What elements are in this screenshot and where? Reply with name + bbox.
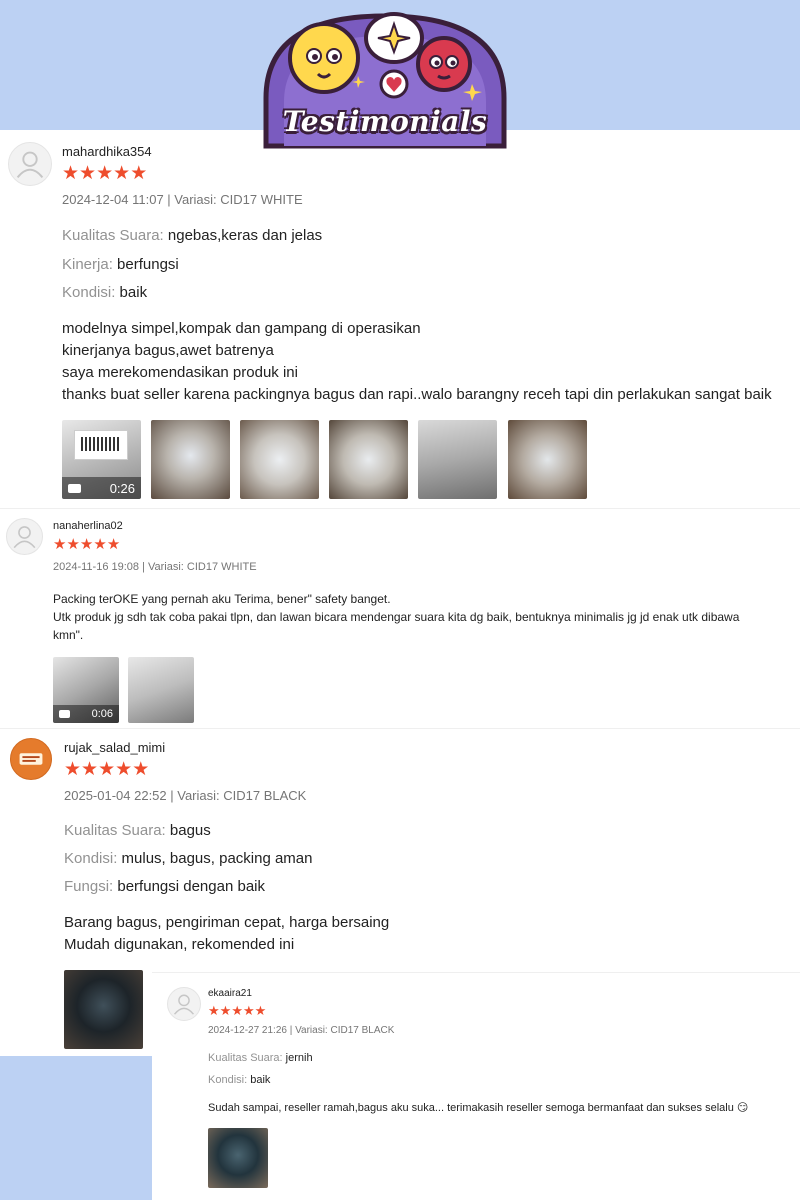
star-icon: ★: [242, 1003, 255, 1018]
review-photo-thumbnail[interactable]: [418, 420, 497, 499]
star-icon: ★: [115, 759, 133, 780]
attribute-row: Kondisi: baik: [208, 1074, 271, 1086]
star-icon: ★: [208, 1003, 220, 1018]
star-rating: ★ ★ ★ ★ ★: [208, 1004, 266, 1017]
username[interactable]: rujak_salad_mimi: [64, 740, 165, 755]
review-photo-thumbnail[interactable]: [329, 420, 408, 499]
star-icon: ★: [53, 536, 67, 553]
review-meta: 2025-01-04 22:52 | Variasi: CID17 BLACK: [64, 788, 307, 803]
shop-logo-icon: [11, 739, 51, 779]
divider: [152, 972, 800, 973]
attribute-row: Kondisi: baik: [62, 284, 148, 301]
review-photo-thumbnail[interactable]: [508, 420, 587, 499]
attribute-row: Kualitas Suara: jernih: [208, 1052, 313, 1064]
review-meta: 2024-11-16 19:08 | Variasi: CID17 WHITE: [53, 561, 257, 573]
review-card: nanaherlina02 ★ ★ ★ ★ ★ 2024-11-16 19:08 | V…: [0, 508, 800, 728]
star-icon: ★: [93, 536, 107, 553]
attribute-row: Kondisi: mulus, bagus, packing aman: [64, 850, 313, 867]
testimonials-logo: Testimonials: [262, 6, 508, 152]
video-duration: 0:26: [109, 480, 135, 496]
star-icon: ★: [96, 163, 114, 184]
video-camera-icon: [68, 483, 81, 493]
video-duration-bar: 0:26: [62, 477, 141, 499]
red-mascot-icon: [416, 36, 472, 92]
review-card: mahardhika354 ★ ★ ★ ★ ★ 2024-12-04 11:07 | V…: [0, 130, 800, 508]
divider: [0, 508, 800, 509]
star-icon: ★: [132, 759, 150, 780]
divider: [0, 728, 800, 729]
star-rating: ★ ★ ★ ★ ★: [53, 537, 120, 552]
review-photo-thumbnail[interactable]: [151, 420, 230, 499]
star-icon: ★: [79, 536, 94, 553]
review-text: Sudah sampai, reseller ramah,bagus aku s…: [208, 1102, 749, 1114]
review-meta: 2024-12-04 11:07 | Variasi: CID17 WHITE: [62, 192, 303, 207]
logo-title: Testimonials: [282, 105, 488, 138]
star-rating: ★ ★ ★ ★ ★: [64, 760, 149, 779]
video-duration-bar: 0:06: [53, 705, 119, 723]
review-video-thumbnail[interactable]: 0:06: [53, 657, 119, 723]
review-text: modelnya simpel,kompak dan gampang di op…: [62, 320, 772, 403]
review-video-thumbnail[interactable]: 0:26: [62, 420, 141, 499]
star-icon: ★: [62, 163, 80, 184]
attribute-row: Fungsi: berfungsi dengan baik: [64, 878, 265, 895]
default-user-icon: [16, 151, 44, 178]
heart-icon: [379, 69, 409, 99]
barcode-label-image: [74, 430, 128, 460]
username[interactable]: mahardhika354: [62, 144, 152, 159]
user-avatar[interactable]: [10, 738, 52, 780]
star-icon: ★: [64, 759, 82, 780]
video-duration: 0:06: [91, 708, 113, 720]
attribute-row: Kualitas Suara: ngebas,keras dan jelas: [62, 227, 323, 244]
speech-bubble-icon: [364, 12, 424, 64]
star-icon: ★: [219, 1003, 232, 1018]
attribute-row: Kualitas Suara: bagus: [64, 822, 211, 839]
review-photo-thumbnail[interactable]: [208, 1128, 268, 1188]
star-icon: ★: [106, 536, 121, 553]
review-text: Packing terOKE yang pernah aku Terima, b…: [53, 592, 740, 642]
username[interactable]: ekaaira21: [208, 988, 252, 999]
username[interactable]: nanaherlina02: [53, 520, 123, 532]
review-photo-thumbnail[interactable]: [128, 657, 194, 723]
review-meta: 2024-12-27 21:26 | Variasi: CID17 BLACK: [208, 1025, 395, 1036]
star-icon: ★: [231, 1003, 243, 1018]
star-icon: ★: [66, 536, 80, 553]
default-user-icon: [13, 526, 36, 549]
user-avatar[interactable]: [6, 518, 43, 555]
user-avatar[interactable]: [167, 987, 201, 1021]
star-icon: ★: [113, 163, 131, 184]
review-photo-thumbnail[interactable]: [64, 970, 143, 1049]
star-icon: ★: [130, 163, 148, 184]
yellow-mascot-icon: [288, 22, 360, 94]
review-card: ekaaira21 ★ ★ ★ ★ ★ 2024-12-27 21:26 | Varia…: [152, 972, 800, 1200]
star-icon: ★: [81, 759, 99, 780]
star-icon: ★: [98, 759, 116, 780]
default-user-icon: [173, 994, 195, 1015]
attribute-row: Kinerja: berfungsi: [62, 256, 179, 273]
video-camera-icon: [59, 710, 70, 718]
star-rating: ★ ★ ★ ★ ★: [62, 164, 147, 183]
user-avatar[interactable]: [8, 142, 52, 186]
star-icon: ★: [254, 1003, 267, 1018]
review-photo-thumbnail[interactable]: [240, 420, 319, 499]
star-icon: ★: [79, 163, 97, 184]
review-text: Barang bagus, pengiriman cepat, harga be…: [64, 914, 390, 953]
